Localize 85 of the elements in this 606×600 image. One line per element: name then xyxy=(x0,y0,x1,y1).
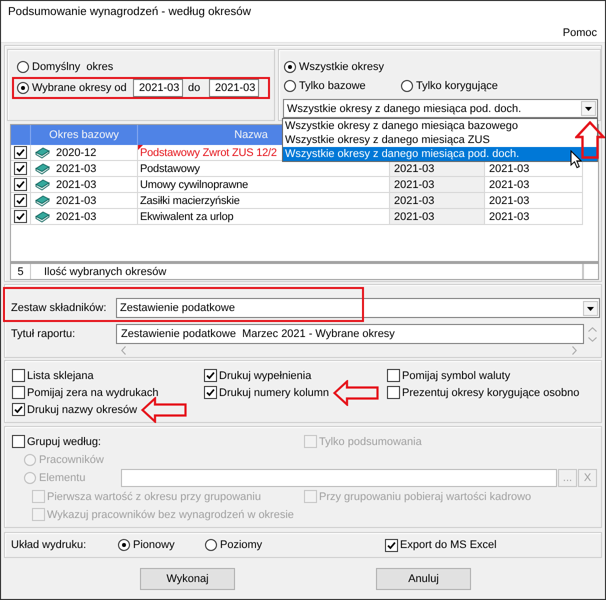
radio-button[interactable] xyxy=(17,61,29,73)
dropdown-option[interactable]: Wszystkie okresy z danego miesiąca pod. doch. xyxy=(283,147,597,161)
period-text: 2020-12 xyxy=(56,146,96,158)
footer-cell: Ilość wybranych okresów xyxy=(31,264,583,279)
date-field[interactable]: 2021-03 xyxy=(209,79,259,97)
radio-button[interactable] xyxy=(401,80,413,92)
checkbox[interactable] xyxy=(204,369,217,382)
row-checkbox[interactable] xyxy=(14,178,27,191)
checkbox-label: Grupuj według: xyxy=(27,436,101,448)
row-checkbox[interactable] xyxy=(14,146,27,159)
cancel-button[interactable]: Anuluj xyxy=(376,568,471,590)
table-cell: 2021-03 xyxy=(485,177,583,193)
row-checkbox[interactable] xyxy=(14,210,27,223)
checkbox[interactable] xyxy=(12,386,25,399)
checkbox[interactable] xyxy=(387,386,400,399)
execute-button[interactable]: Wykonaj xyxy=(140,568,235,590)
checkbox-label: Export do MS Excel xyxy=(400,539,497,551)
checkbox-label: Przy grupowaniu pobieraj wartości kadrowo xyxy=(319,490,532,502)
radio-button[interactable] xyxy=(284,80,296,92)
radio-button[interactable] xyxy=(205,539,217,551)
checkbox-label: Tylko podsumowania xyxy=(319,436,422,448)
checkbox-label: Wykazuj pracowników bez wynagrodzeń w okresie xyxy=(47,508,294,520)
window-title: Podsumowanie wynagrodzeń - według okresów xyxy=(8,6,251,18)
radio-label: Wszystkie okresy xyxy=(299,61,384,73)
row-checkbox[interactable] xyxy=(14,162,27,175)
menu-item[interactable]: Pomoc xyxy=(560,27,599,39)
checkbox-label: Lista sklejana xyxy=(27,370,94,382)
period-text: 2021-03 xyxy=(56,194,96,206)
report-title-field[interactable]: Zestawienie podatkowe Marzec 2021 - Wybrane okresy xyxy=(116,324,584,344)
period-text: 2021-03 xyxy=(56,162,96,174)
date-field[interactable]: 2021-03 xyxy=(133,79,183,97)
book-icon xyxy=(35,194,50,206)
book-icon xyxy=(35,178,50,190)
element-field[interactable] xyxy=(121,469,557,487)
checkbox[interactable] xyxy=(385,538,398,552)
period-name-text: Podstawowy xyxy=(140,162,200,174)
component-set-dropdown[interactable]: Zestawienie podatkowe xyxy=(116,298,600,318)
book-icon xyxy=(35,210,50,222)
checkbox[interactable] xyxy=(12,435,25,448)
checkbox[interactable] xyxy=(12,403,25,416)
row-checkbox[interactable] xyxy=(14,194,27,207)
radio-label: Tylko korygujące xyxy=(416,80,498,92)
count-cell: 5 xyxy=(11,264,31,279)
checkbox[interactable] xyxy=(387,369,400,382)
period-name-text: Ekwiwalent za urlop xyxy=(140,210,234,222)
radio-button[interactable] xyxy=(17,82,29,94)
checkbox[interactable] xyxy=(204,386,217,399)
caret-icon[interactable] xyxy=(583,300,598,316)
checkbox-label: Drukuj numery kolumn xyxy=(219,386,330,398)
caret-icon[interactable] xyxy=(581,101,596,116)
period-name-text: Zasiłki macierzyńskie xyxy=(140,194,240,206)
period-name-text: Podstawowy Zwrot ZUS 12/2 xyxy=(140,146,277,158)
radio-label: Domyślny okres xyxy=(32,61,114,73)
checkbox-label: Pomijaj symbol waluty xyxy=(402,370,510,382)
table-cell: 2021-03 xyxy=(485,209,583,225)
period-type-dropdown[interactable]: Wszystkie okresy z danego miesiąca pod. doch. xyxy=(283,99,598,118)
book-icon xyxy=(35,146,50,158)
table-cell: 2021-03 xyxy=(390,209,485,225)
radio-label: Tylko bazowe xyxy=(299,80,366,92)
checkbox-label: Drukuj wypełnienia xyxy=(219,370,312,382)
radio-label: Elementu xyxy=(39,472,86,484)
period-name-text: Umowy cywilnoprawne xyxy=(140,178,248,190)
period-text: 2021-03 xyxy=(56,178,96,190)
radio-button[interactable] xyxy=(118,539,130,551)
radio-button[interactable] xyxy=(284,61,296,73)
checkbox-label: Pomijaj zera na wydrukach xyxy=(27,386,158,398)
checkbox-label: Pierwsza wartość z okresu przy grupowaniu xyxy=(47,490,261,502)
checkbox[interactable] xyxy=(12,369,25,382)
field-label: do xyxy=(187,82,202,94)
field-label: Tytuł raportu: xyxy=(11,327,76,342)
radio-label: Poziomy xyxy=(220,539,262,551)
book-icon xyxy=(35,162,50,174)
table-cell: 2021-03 xyxy=(390,177,485,193)
checkbox-label: Prezentuj okresy korygujące osobno xyxy=(402,386,580,398)
checkbox-label: Drukuj nazwy okresów xyxy=(27,404,138,416)
table-cell: 2021-03 xyxy=(390,193,485,209)
radio-label: Pionowy xyxy=(133,539,175,551)
table-cell: 2021-03 xyxy=(485,193,583,209)
field-label: Układ wydruku: xyxy=(11,539,88,551)
radio-label: Wybrane okresy od xyxy=(32,82,128,94)
period-text: 2021-03 xyxy=(56,210,96,222)
table-cell: 2021-03 xyxy=(390,161,485,177)
radio-label: Pracowników xyxy=(39,454,104,466)
table-cell: 2021-03 xyxy=(485,161,583,177)
field-label: Zestaw składników: xyxy=(11,302,108,314)
